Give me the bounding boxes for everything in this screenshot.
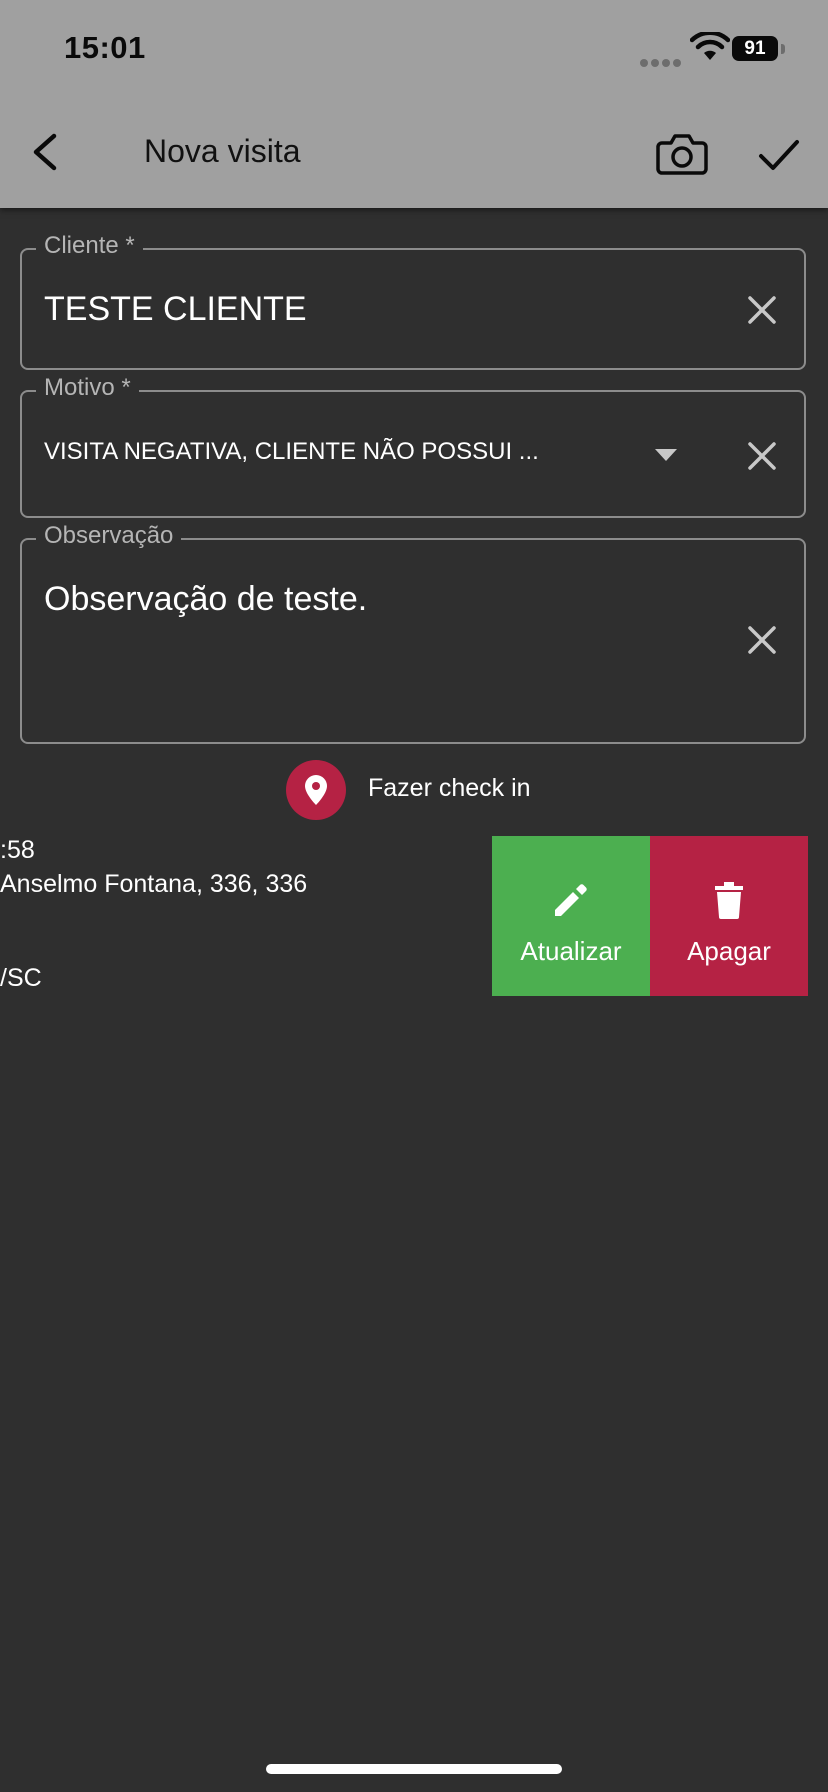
clear-motivo-icon[interactable] <box>746 440 778 472</box>
observacao-field[interactable]: Observação Observação de teste. <box>20 522 806 744</box>
visit-state: /SC <box>0 964 42 992</box>
checkin-label: Fazer check in <box>368 774 531 802</box>
app-bar: 15:01 91 Nova visita <box>0 0 828 208</box>
observacao-label: Observação <box>36 522 182 550</box>
delete-label: Apagar <box>687 936 771 966</box>
clear-observacao-icon[interactable] <box>746 624 778 656</box>
cliente-value: TESTE CLIENTE <box>44 290 307 328</box>
pencil-icon <box>555 884 587 916</box>
motivo-field[interactable]: Motivo * VISITA NEGATIVA, CLIENTE NÃO PO… <box>20 374 806 518</box>
update-label: Atualizar <box>520 936 622 966</box>
status-indicators: 91 <box>640 32 790 67</box>
battery-cap <box>781 44 785 54</box>
wifi-icon <box>690 32 730 60</box>
motivo-label: Motivo * <box>36 374 139 402</box>
page-title: Nova visita <box>144 133 301 169</box>
checkin-pin-circle <box>286 760 346 820</box>
trash-icon <box>715 882 743 919</box>
clear-cliente-icon[interactable] <box>746 294 778 326</box>
checkin-button[interactable]: Fazer check in <box>286 760 586 820</box>
status-time: 15:01 <box>64 30 146 65</box>
cliente-label: Cliente * <box>36 232 143 260</box>
chevron-down-icon[interactable] <box>654 448 678 462</box>
back-arrow-icon[interactable] <box>24 128 68 176</box>
battery-icon: 91 <box>732 36 778 61</box>
visit-address: Anselmo Fontana, 336, 336 <box>0 870 308 898</box>
camera-icon[interactable] <box>656 131 708 177</box>
home-indicator[interactable] <box>266 1764 562 1774</box>
motivo-value: VISITA NEGATIVA, CLIENTE NÃO POSSUI ... <box>44 438 539 465</box>
cliente-field[interactable]: Cliente * TESTE CLIENTE <box>20 232 806 370</box>
delete-button[interactable]: Apagar <box>650 836 808 996</box>
cellular-signal-icon <box>640 54 684 72</box>
confirm-check-icon[interactable] <box>758 134 800 174</box>
update-button[interactable]: Atualizar <box>492 836 650 996</box>
visit-time: :58 <box>0 836 35 864</box>
observacao-value[interactable]: Observação de teste. <box>44 580 724 619</box>
location-pin-icon <box>305 775 327 805</box>
